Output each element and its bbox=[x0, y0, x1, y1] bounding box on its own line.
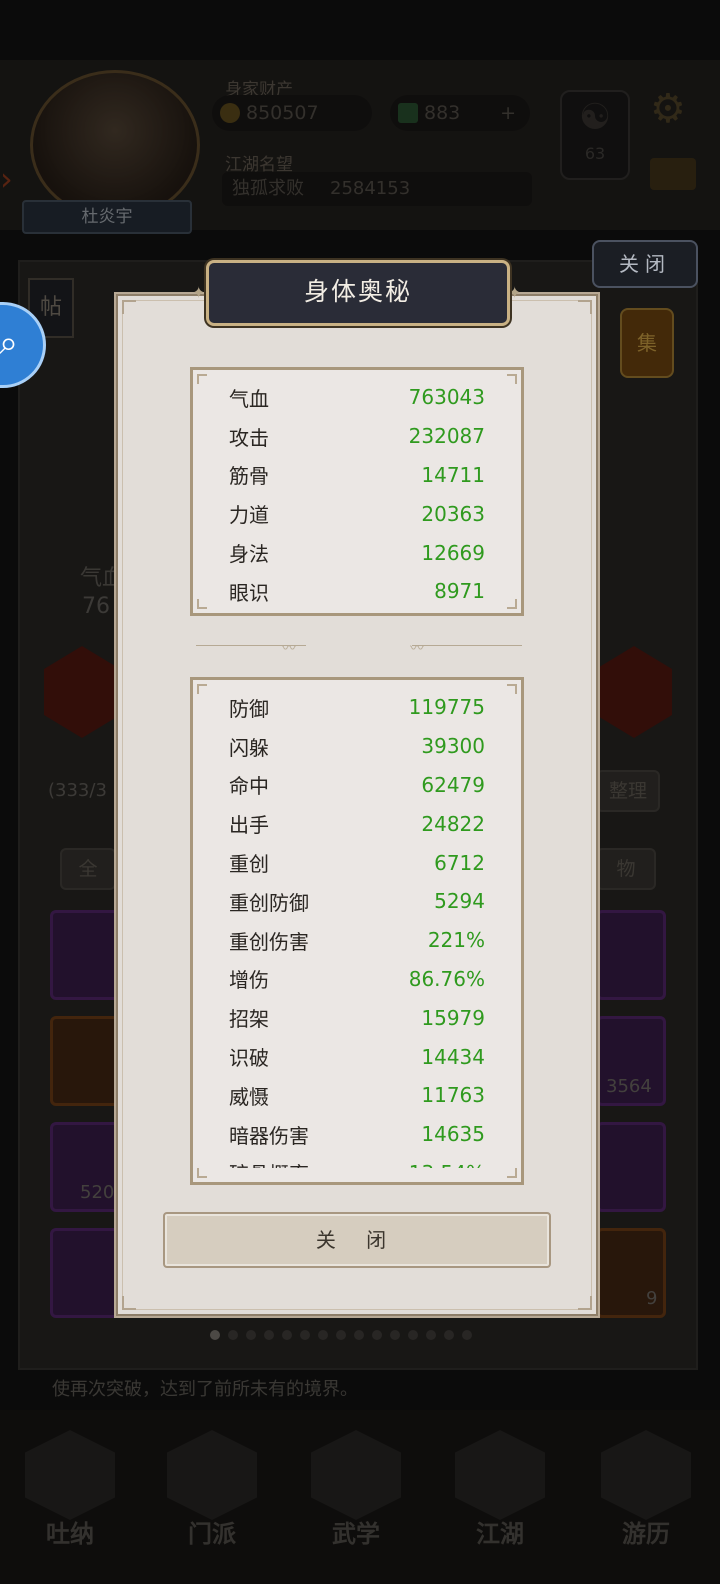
stat-name: 筋骨 bbox=[229, 464, 269, 489]
stat-value: 8971 bbox=[434, 579, 485, 604]
stat-name: 威慑 bbox=[229, 1084, 269, 1109]
stat-value: 6712 bbox=[434, 850, 485, 875]
primary-stats-box: 气血 763043 攻击 232087 筋骨 14711 力道 20363 身法 12669 眼识 8… bbox=[190, 367, 524, 616]
corner-ornament bbox=[122, 1296, 136, 1310]
stat-value: 5294 bbox=[434, 889, 485, 914]
stat-row: 增伤 86.76% bbox=[193, 960, 521, 999]
corner-ornament bbox=[122, 300, 136, 314]
stat-row: 暗器伤害 14635 bbox=[193, 1115, 521, 1154]
stat-value: 13.54% bbox=[409, 1161, 485, 1168]
stat-row: 碎骨概率 13.54% bbox=[193, 1154, 521, 1168]
divider-ornament: 〰 bbox=[282, 641, 296, 657]
stat-row: 威慑 11763 bbox=[193, 1076, 521, 1115]
stat-row: 筋骨 14711 bbox=[193, 456, 521, 495]
stat-name: 重创伤害 bbox=[229, 929, 309, 954]
stat-row: 攻击 232087 bbox=[193, 417, 521, 456]
stat-value: 14711 bbox=[421, 462, 485, 487]
stat-name: 身法 bbox=[229, 542, 269, 567]
stat-name: 命中 bbox=[229, 774, 269, 799]
stat-value: 14434 bbox=[421, 1044, 485, 1069]
secondary-stats-box[interactable]: 防御 119775 闪躲 39300 命中 62479 出手 24822 重创 6712 重创防御 5… bbox=[190, 677, 524, 1185]
stat-name: 防御 bbox=[229, 696, 269, 721]
stat-row: 身法 12669 bbox=[193, 533, 521, 572]
stat-name: 眼识 bbox=[229, 580, 269, 605]
corner-ornament bbox=[578, 300, 592, 314]
background-close-button[interactable]: 关闭 bbox=[592, 240, 698, 288]
secondary-stats-scroll[interactable]: 防御 119775 闪躲 39300 命中 62479 出手 24822 重创 6712 重创防御 5… bbox=[193, 688, 521, 1168]
stat-row: 出手 24822 bbox=[193, 804, 521, 843]
title-ornament-right: ✦ bbox=[508, 283, 522, 302]
stat-name: 出手 bbox=[229, 813, 269, 838]
stat-name: 攻击 bbox=[229, 425, 269, 450]
stat-value: 119775 bbox=[408, 695, 485, 720]
stat-row: 防御 119775 bbox=[193, 688, 521, 727]
stat-name: 招架 bbox=[229, 1007, 269, 1032]
stat-name: 暗器伤害 bbox=[229, 1123, 309, 1148]
stat-value: 12669 bbox=[421, 540, 485, 565]
stat-name: 力道 bbox=[229, 503, 269, 528]
stat-value: 62479 bbox=[421, 772, 485, 797]
stat-value: 15979 bbox=[421, 1005, 485, 1030]
primary-stats-list: 气血 763043 攻击 232087 筋骨 14711 力道 20363 身法 12669 眼识 8… bbox=[193, 378, 521, 611]
stat-row: 识破 14434 bbox=[193, 1037, 521, 1076]
corner-ornament bbox=[578, 1296, 592, 1310]
modal-title: 身体奥秘 bbox=[206, 260, 510, 326]
stat-value: 14635 bbox=[421, 1122, 485, 1147]
stat-row: 招架 15979 bbox=[193, 998, 521, 1037]
stat-row: 眼识 8971 bbox=[193, 572, 521, 611]
magnifier-icon: ⌕ bbox=[0, 323, 19, 363]
stat-value: 221% bbox=[427, 928, 485, 953]
divider-right bbox=[412, 645, 522, 651]
stat-name: 识破 bbox=[229, 1046, 269, 1071]
stat-row: 力道 20363 bbox=[193, 494, 521, 533]
stat-name: 重创 bbox=[229, 852, 269, 877]
stat-value: 24822 bbox=[421, 811, 485, 836]
modal-close-button[interactable]: 关 闭 bbox=[163, 1212, 551, 1268]
stat-row: 重创防御 5294 bbox=[193, 882, 521, 921]
stat-row: 命中 62479 bbox=[193, 766, 521, 805]
stat-value: 39300 bbox=[421, 734, 485, 759]
stat-value: 11763 bbox=[421, 1083, 485, 1108]
stat-row: 重创伤害 221% bbox=[193, 921, 521, 960]
stat-name: 重创防御 bbox=[229, 890, 309, 915]
stat-row: 重创 6712 bbox=[193, 843, 521, 882]
stat-value: 86.76% bbox=[408, 966, 485, 991]
stat-name: 气血 bbox=[229, 386, 269, 411]
stat-value: 763043 bbox=[408, 385, 485, 410]
stat-name: 碎骨概率 bbox=[229, 1158, 309, 1168]
secondary-stats-list: 防御 119775 闪躲 39300 命中 62479 出手 24822 重创 6712 重创防御 5… bbox=[193, 688, 521, 1168]
stat-name: 增伤 bbox=[229, 968, 269, 993]
stat-name: 闪躲 bbox=[229, 735, 269, 760]
stat-row: 闪躲 39300 bbox=[193, 727, 521, 766]
stat-value: 20363 bbox=[421, 501, 485, 526]
stat-value: 232087 bbox=[408, 424, 485, 449]
stat-row: 气血 763043 bbox=[193, 378, 521, 417]
